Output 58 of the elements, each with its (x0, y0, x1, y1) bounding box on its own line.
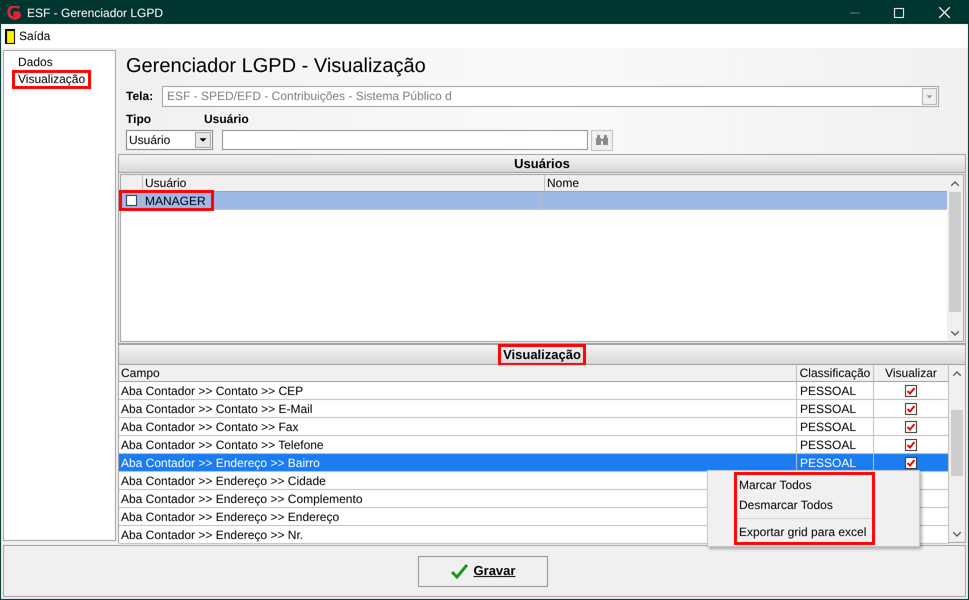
column-header[interactable]: Nome (545, 175, 947, 191)
checkbox[interactable] (905, 402, 917, 414)
checkbox[interactable] (905, 384, 917, 396)
menu-item[interactable]: Saída (19, 27, 50, 45)
scroll-down-icon[interactable] (953, 532, 961, 537)
table-cell: PESSOAL (800, 402, 856, 416)
table-cell: Aba Contador >> Endereço >> Nr. (121, 528, 304, 542)
scroll-up-icon[interactable] (953, 371, 961, 376)
binoculars-icon (596, 135, 608, 145)
table-cell: PESSOAL (800, 456, 856, 470)
app-logo-icon (7, 6, 21, 20)
save-button[interactable]: Gravar (418, 556, 548, 586)
page-heading: Gerenciador LGPD - Visualização (126, 54, 427, 79)
table-cell: Aba Contador >> Contato >> E-Mail (121, 402, 312, 416)
table-cell: Aba Contador >> Endereço >> Endereço (121, 510, 340, 524)
scrollbar[interactable] (947, 175, 963, 341)
table-row[interactable]: Aba Contador >> Contato >> E-Mail PESSOAL (119, 400, 949, 418)
column-header[interactable]: Classificação (797, 365, 874, 381)
table-row[interactable]: Aba Contador >> Contato >> Fax PESSOAL (119, 418, 949, 436)
tipo-dropdown[interactable]: Usuário (126, 130, 213, 150)
search-button[interactable] (591, 130, 613, 150)
sidebar-item[interactable]: Dados (14, 55, 57, 70)
usuario-input-field[interactable] (222, 130, 588, 150)
table-cell: PESSOAL (800, 384, 856, 398)
tipo-label: Tipo (126, 111, 152, 128)
scrollbar[interactable] (949, 365, 965, 542)
maximize-icon[interactable] (894, 8, 904, 18)
usuario-label: Usuário (204, 111, 249, 128)
table-cell: Aba Contador >> Contato >> CEP (121, 384, 304, 398)
checkmark-icon (450, 564, 468, 578)
window-title: ESF - Gerenciador LGPD (27, 4, 164, 22)
checkbox[interactable] (905, 438, 917, 450)
table-row[interactable]: Aba Contador >> Contato >> CEP PESSOAL (119, 382, 949, 400)
panel-title: Usuários (513, 154, 571, 173)
table-row[interactable]: Aba Contador >> Contato >> Telefone PESSOAL (119, 436, 949, 454)
table-row[interactable]: MANAGER (121, 192, 947, 210)
table-cell: Aba Contador >> Endereço >> Cidade (121, 474, 326, 488)
close-icon[interactable] (939, 7, 950, 18)
column-header[interactable]: Campo (119, 365, 797, 381)
column-header[interactable]: Usuário (143, 175, 545, 191)
table-cell: Aba Contador >> Contato >> Fax (121, 420, 298, 434)
scroll-down-icon[interactable] (951, 331, 959, 336)
sidebar-item[interactable]: Visualização (14, 72, 90, 87)
checkbox[interactable] (905, 456, 917, 468)
panel-title: Visualização (499, 344, 585, 364)
table-cell: Aba Contador >> Contato >> Telefone (121, 438, 324, 452)
tela-label: Tela: (126, 88, 154, 105)
door-icon (5, 28, 15, 44)
table-cell: PESSOAL (800, 420, 856, 434)
scroll-up-icon[interactable] (951, 181, 959, 186)
table-cell: PESSOAL (800, 438, 856, 452)
table-cell: Aba Contador >> Endereço >> Complemento (121, 492, 362, 506)
checkbox[interactable] (126, 195, 137, 206)
checkbox[interactable] (905, 420, 917, 432)
tela-dropdown[interactable]: ESF - SPED/EFD - Contribuições - Sistema Público d (162, 86, 939, 106)
table-cell-text: MANAGER (144, 193, 207, 209)
table-cell: Aba Contador >> Endereço >> Bairro (121, 456, 320, 470)
table-row[interactable]: Aba Contador >> Endereço >> Bairro PESSOAL (119, 454, 949, 472)
